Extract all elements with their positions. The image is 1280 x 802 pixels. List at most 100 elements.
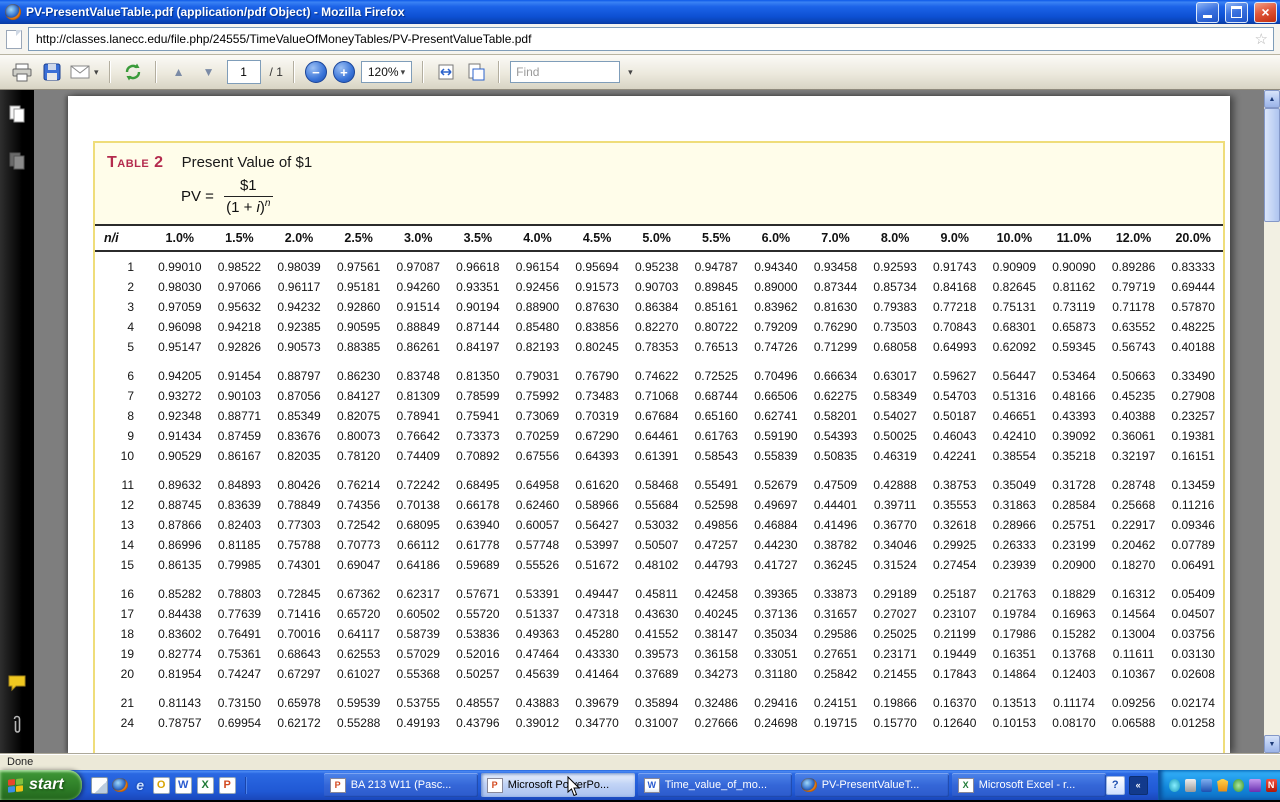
- comments-panel-button[interactable]: [7, 673, 27, 698]
- tray-update-icon[interactable]: [1201, 779, 1212, 792]
- pv-factor-cell: 0.60502: [388, 604, 448, 624]
- pv-factor-cell: 0.95632: [210, 297, 270, 317]
- pages-panel-button[interactable]: [7, 104, 27, 129]
- column-header: 3.0%: [388, 225, 448, 251]
- pv-factor-cell: 0.56427: [567, 515, 627, 535]
- pv-factor-cell: 0.60057: [508, 515, 568, 535]
- pv-factor-cell: 0.69047: [329, 555, 389, 575]
- table-row: 60.942050.914540.887970.862300.837480.81…: [95, 366, 1223, 386]
- pv-table-body: 10.990100.985220.980390.975610.970870.96…: [95, 251, 1223, 733]
- pv-factor-cell: 0.17986: [985, 624, 1045, 644]
- pv-factor-cell: 0.95238: [627, 251, 687, 277]
- fit-page-button[interactable]: [464, 59, 488, 85]
- quick-launch-outlook-icon[interactable]: O: [153, 777, 170, 794]
- pv-factor-cell: 0.73373: [448, 426, 508, 446]
- vertical-scrollbar[interactable]: ▲ ▼: [1264, 90, 1280, 753]
- scrollbar-thumb[interactable]: [1264, 108, 1280, 222]
- pv-factor-cell: 0.96618: [448, 251, 508, 277]
- tray-messenger-icon[interactable]: [1233, 779, 1244, 792]
- table-row: 110.896320.848930.804260.762140.722420.6…: [95, 475, 1223, 495]
- pv-factor-cell: 0.73119: [1044, 297, 1104, 317]
- minimize-button[interactable]: [1196, 2, 1219, 23]
- find-input[interactable]: [510, 61, 620, 83]
- next-page-button[interactable]: ▼: [197, 59, 221, 85]
- period-cell: 12: [95, 495, 150, 515]
- pv-factor-cell: 0.37136: [746, 604, 806, 624]
- pv-factor-cell: 0.39365: [746, 584, 806, 604]
- task-button-time-value-doc[interactable]: W Time_value_of_mo...: [638, 773, 792, 797]
- collaborate-button[interactable]: [121, 59, 145, 85]
- pv-factor-cell: 0.44793: [686, 555, 746, 575]
- pdf-viewport: Table 2 Present Value of $1 PV = $1 (1 +…: [34, 90, 1264, 753]
- quick-launch-word-icon[interactable]: W: [175, 777, 192, 794]
- pv-factor-cell: 0.76491: [210, 624, 270, 644]
- quick-launch-excel-icon[interactable]: X: [197, 777, 214, 794]
- sidebar-bottom-group: [7, 673, 27, 741]
- pv-factor-cell: 0.39711: [865, 495, 925, 515]
- find-dropdown-icon[interactable]: ▾: [628, 67, 633, 78]
- task-button-ba213[interactable]: P BA 213 W11 (Pasc...: [324, 773, 478, 797]
- pv-factor-cell: 0.62172: [269, 713, 329, 733]
- pv-factor-cell: 0.51672: [567, 555, 627, 575]
- tray-display-icon[interactable]: [1249, 779, 1260, 792]
- bookmark-star-icon[interactable]: ☆: [1255, 32, 1268, 47]
- fit-width-button[interactable]: [434, 59, 458, 85]
- hidden-icons-button[interactable]: «: [1129, 776, 1148, 795]
- scroll-up-button[interactable]: ▲: [1264, 90, 1280, 108]
- pv-factor-cell: 0.48102: [627, 555, 687, 575]
- zoom-in-button[interactable]: +: [333, 61, 355, 83]
- pv-factor-cell: 0.97087: [388, 251, 448, 277]
- task-button-excel[interactable]: X Microsoft Excel - r...: [952, 773, 1106, 797]
- email-button[interactable]: ▾: [70, 59, 99, 85]
- pv-factor-cell: 0.46319: [865, 446, 925, 466]
- pv-factor-cell: 0.77639: [210, 604, 270, 624]
- minimize-icon: [1203, 15, 1212, 18]
- row-group-spacer: [95, 575, 1223, 584]
- help-button[interactable]: ?: [1106, 776, 1125, 795]
- previous-page-button[interactable]: ▲: [167, 59, 191, 85]
- pv-factor-cell: 0.11216: [1163, 495, 1223, 515]
- pv-factor-cell: 0.09256: [1104, 693, 1164, 713]
- pv-factor-cell: 0.59190: [746, 426, 806, 446]
- column-header: 5.0%: [627, 225, 687, 251]
- pv-factor-cell: 0.70773: [329, 535, 389, 555]
- pv-factor-cell: 0.46884: [746, 515, 806, 535]
- pv-factor-cell: 0.25751: [1044, 515, 1104, 535]
- quick-launch-ie-icon[interactable]: e: [133, 778, 148, 793]
- scrollbar-track[interactable]: [1264, 222, 1280, 735]
- pv-factor-cell: 0.43393: [1044, 406, 1104, 426]
- pv-factor-cell: 0.61391: [627, 446, 687, 466]
- page-number-input[interactable]: [227, 60, 261, 84]
- tray-antivirus-icon[interactable]: N: [1266, 779, 1277, 792]
- tray-security-icon[interactable]: [1217, 779, 1228, 792]
- tray-volume-icon[interactable]: [1185, 779, 1196, 792]
- pdf-toolbar: ▾ ▲ ▼ / 1 − + 120% ▾ ▾: [0, 55, 1280, 90]
- start-button[interactable]: start: [0, 770, 82, 800]
- zoom-level-select[interactable]: 120% ▾: [361, 61, 412, 83]
- close-button[interactable]: ×: [1254, 2, 1277, 23]
- show-desktop-icon[interactable]: [91, 777, 108, 794]
- bookmarks-panel-button[interactable]: [7, 151, 27, 176]
- pv-factor-cell: 0.19784: [985, 604, 1045, 624]
- system-tray: N 11:32 AM: [1158, 770, 1280, 800]
- url-input[interactable]: http://classes.lanecc.edu/file.php/24555…: [28, 27, 1274, 51]
- task-button-powerpoint[interactable]: P Microsoft PowerPo...: [481, 773, 635, 797]
- task-button-firefox-pdf[interactable]: PV-PresentValueT...: [795, 773, 949, 797]
- print-button[interactable]: [10, 59, 34, 85]
- pv-factor-cell: 0.70016: [269, 624, 329, 644]
- pv-factor-cell: 0.23199: [1044, 535, 1104, 555]
- quick-launch-powerpoint-icon[interactable]: P: [219, 777, 236, 794]
- pv-factor-cell: 0.04507: [1163, 604, 1223, 624]
- pv-factor-cell: 0.68643: [269, 644, 329, 664]
- period-cell: 16: [95, 584, 150, 604]
- tray-network-icon[interactable]: [1169, 779, 1180, 792]
- quick-launch-firefox-icon[interactable]: [113, 778, 128, 793]
- pv-factor-cell: 0.72242: [388, 475, 448, 495]
- column-header: 11.0%: [1044, 225, 1104, 251]
- pv-factor-cell: 0.90103: [210, 386, 270, 406]
- scroll-down-button[interactable]: ▼: [1264, 735, 1280, 753]
- zoom-out-button[interactable]: −: [305, 61, 327, 83]
- save-button[interactable]: [40, 59, 64, 85]
- attachments-panel-button[interactable]: [11, 714, 23, 741]
- restore-button[interactable]: [1225, 2, 1248, 23]
